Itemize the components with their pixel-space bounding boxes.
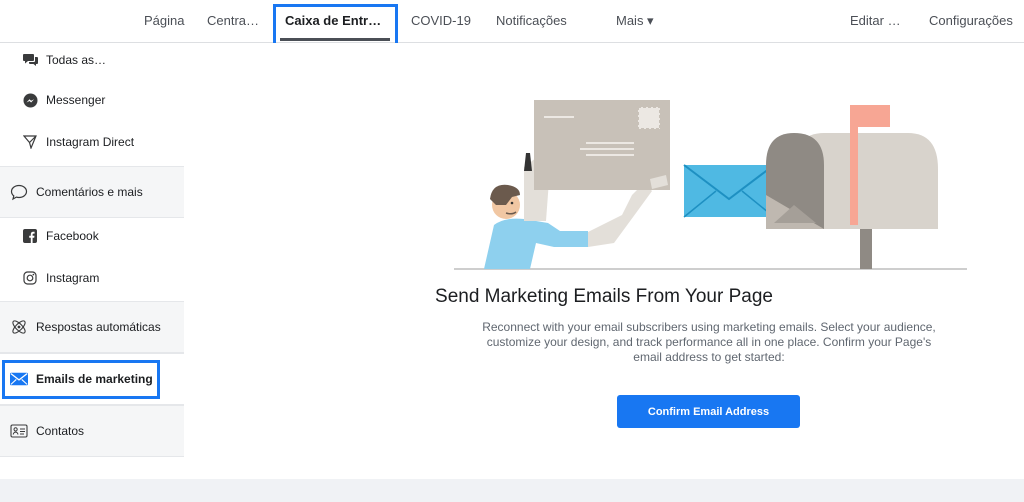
sidebar-item-instagram[interactable]: Instagram [0, 265, 184, 291]
sidebar-item-label: Instagram [46, 271, 100, 285]
blue-envelope [683, 164, 775, 218]
footer-area [0, 479, 1024, 502]
sidebar-item-respostas-automaticas[interactable]: Respostas automáticas [0, 301, 184, 353]
messenger-icon [22, 92, 38, 108]
sidebar-item-label: Contatos [36, 424, 85, 438]
sidebar-item-facebook[interactable]: Facebook [0, 223, 184, 249]
highlight-box-emails-de-marketing [2, 360, 160, 399]
contact-card-icon [10, 422, 28, 440]
sidebar: Todas as… Messenger Instagram Direct Com… [0, 43, 184, 479]
paper-plane-icon [22, 134, 38, 150]
tab-configuracoes[interactable]: Configurações [929, 13, 1013, 28]
tab-editar[interactable]: Editar … [850, 13, 901, 28]
sidebar-item-label: Respostas automáticas [36, 320, 161, 334]
sidebar-item-contatos[interactable]: Contatos [0, 405, 184, 457]
tab-pagina[interactable]: Página [144, 13, 184, 28]
facebook-icon [22, 228, 38, 244]
sidebar-item-label: Comentários e mais [36, 185, 143, 199]
sidebar-item-label: Instagram Direct [46, 135, 135, 149]
instagram-icon [22, 270, 38, 286]
chat-bubbles-icon [22, 52, 38, 68]
sidebar-item-label: Facebook [46, 229, 99, 243]
sidebar-item-comentarios[interactable]: Comentários e mais [0, 166, 184, 218]
page-description: Reconnect with your email subscribers us… [482, 320, 936, 364]
sidebar-item-label: Todas as… [46, 53, 107, 67]
sidebar-item-instagram-direct[interactable]: Instagram Direct [0, 129, 184, 155]
main-content: Send Marketing Emails From Your Page Rec… [184, 43, 1024, 479]
marketing-email-illustration [454, 100, 967, 270]
sidebar-item-messenger[interactable]: Messenger [0, 87, 184, 113]
sidebar-item-todas[interactable]: Todas as… [0, 47, 184, 73]
sidebar-item-label: Messenger [46, 93, 106, 107]
mailbox [766, 105, 938, 269]
atom-icon [10, 318, 28, 336]
confirm-email-address-button[interactable]: Confirm Email Address [617, 395, 800, 428]
comment-icon [10, 183, 28, 201]
tab-covid-19[interactable]: COVID-19 [411, 13, 471, 28]
page-title: Send Marketing Emails From Your Page [435, 286, 773, 307]
tab-central[interactable]: Centra… [207, 13, 259, 28]
letter-card [534, 100, 670, 190]
top-navigation-bar: Página Centra… Caixa de Entr… COVID-19 N… [0, 0, 1024, 43]
tab-mais[interactable]: Mais ▾ [616, 13, 654, 29]
tab-notificacoes[interactable]: Notificações [496, 13, 567, 28]
